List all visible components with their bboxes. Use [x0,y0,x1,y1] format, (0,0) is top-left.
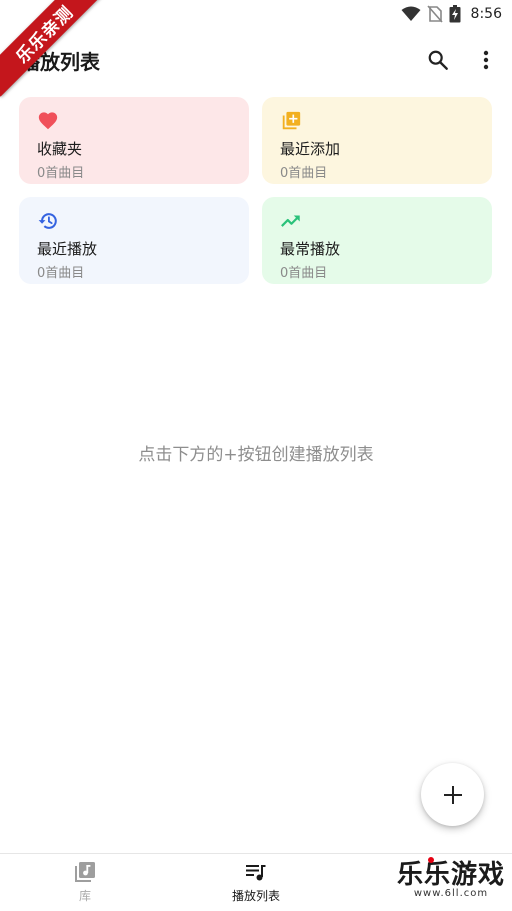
watermark-dot [428,857,434,863]
queue-music-icon [246,865,266,881]
wifi-icon [401,6,421,21]
more-vert-icon [483,50,489,70]
status-icons: 8:56 [401,4,502,24]
trending-up-icon [281,215,300,227]
card-title: 收藏夹 [37,140,83,158]
card-recently-added[interactable]: 最近添加 0首曲目 [262,97,492,184]
add-playlist-button[interactable] [421,763,484,826]
nav-item-library[interactable]: 库 [25,860,145,908]
card-title: 最常播放 [280,240,341,258]
nav-item-playlists[interactable]: 播放列表 [196,860,316,908]
app-bar: 播放列表 [0,36,512,84]
nav-label-library: 库 [78,889,91,903]
card-subtitle: 0首曲目 [37,266,85,281]
plus-icon [443,785,462,804]
playlist-add-icon [282,111,301,130]
history-icon [38,213,57,229]
library-music-icon [75,862,95,882]
more-options-button[interactable] [468,42,504,78]
card-favorites[interactable]: 收藏夹 0首曲目 [19,97,249,184]
card-subtitle: 0首曲目 [37,166,85,181]
empty-state-message: 点击下方的+按钮创建播放列表 [138,445,374,465]
card-recently-played[interactable]: 最近播放 0首曲目 [19,197,249,284]
card-most-played[interactable]: 最常播放 0首曲目 [262,197,492,284]
card-subtitle: 0首曲目 [280,266,328,281]
card-title: 最近播放 [37,240,98,258]
no-sim-icon [426,5,443,23]
watermark-text: 乐乐游戏 [396,860,505,890]
status-time: 8:56 [470,6,502,22]
search-icon [428,50,448,70]
nav-label-playlists: 播放列表 [231,889,280,903]
battery-charging-icon [449,5,461,23]
search-button[interactable] [420,42,456,78]
watermark-logo: 乐乐游戏 www.6ll.com [392,857,510,908]
card-title: 最近添加 [280,140,341,158]
card-subtitle: 0首曲目 [280,166,328,181]
heart-icon [38,112,58,130]
